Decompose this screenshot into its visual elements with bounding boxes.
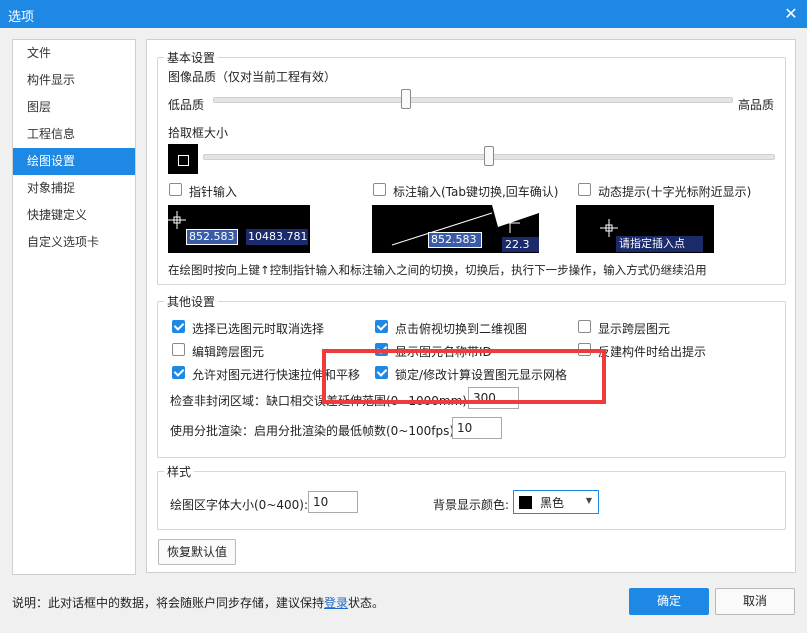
deselect-selected-checkbox[interactable]	[172, 320, 185, 333]
edit-cross-layer-label: 编辑跨层图元	[192, 345, 265, 359]
dynamic-hint-preview: 请指定插入点	[576, 205, 714, 253]
bg-color-select[interactable]: 黑色 ▼	[513, 490, 599, 514]
image-quality-label: 图像品质（仅对当前工程有效）	[168, 70, 337, 84]
dim-input-label: 标注输入(Tab键切换,回车确认)	[393, 185, 559, 199]
login-link[interactable]: 登录	[324, 596, 348, 610]
image-quality-slider-thumb[interactable]	[401, 89, 411, 109]
window-title: 选项	[8, 10, 35, 25]
sidebar-item-shortcuts[interactable]: 快捷键定义	[13, 202, 135, 229]
pointer-input-label: 指针输入	[189, 185, 238, 199]
batch-render-label: 使用分批渲染：启用分批渲染的最低帧数(0~100fps):	[170, 424, 459, 438]
cancel-button[interactable]: 取消	[715, 588, 795, 615]
pickbox-preview	[168, 144, 198, 174]
pickbox-square-icon	[178, 155, 189, 166]
ok-button[interactable]: 确定	[629, 588, 709, 615]
edit-cross-layer-checkbox[interactable]	[172, 343, 185, 356]
style-legend: 样式	[164, 463, 195, 480]
options-sidebar: 文件 构件显示 图层 工程信息 绘图设置 对象捕捉 快捷键定义 自定义选项卡	[12, 39, 136, 575]
close-icon[interactable]: ✕	[775, 0, 807, 28]
top-view-2d-label: 点击俯视切换到二维视图	[395, 322, 528, 336]
top-view-2d-checkbox[interactable]	[375, 320, 388, 333]
chevron-down-icon: ▼	[585, 496, 592, 505]
show-cross-layer-checkbox[interactable]	[578, 320, 591, 333]
bg-color-label: 背景显示颜色:	[433, 498, 510, 512]
preview-hint-text: 请指定插入点	[616, 236, 703, 252]
preview-y-value: 10483.781	[246, 229, 308, 245]
quick-stretch-checkbox[interactable]	[172, 366, 185, 379]
sidebar-item-object-snap[interactable]: 对象捕捉	[13, 175, 135, 202]
image-quality-track[interactable]	[213, 97, 733, 103]
dynamic-hint-label: 动态提示(十字光标附近显示)	[598, 185, 752, 199]
sidebar-item-layers[interactable]: 图层	[13, 94, 135, 121]
font-size-input[interactable]: 10	[308, 491, 358, 513]
footer-note: 说明：此对话框中的数据，将会随账户同步存储，建议保持登录状态。	[12, 594, 384, 611]
sidebar-item-project-info[interactable]: 工程信息	[13, 121, 135, 148]
pickbox-slider-thumb[interactable]	[484, 146, 494, 166]
sidebar-item-custom-tabs[interactable]: 自定义选项卡	[13, 229, 135, 256]
pointer-input-preview: 852.583 10483.781	[168, 205, 310, 253]
restore-defaults-button[interactable]: 恢复默认值	[158, 539, 236, 565]
font-size-label: 绘图区字体大小(0~400):	[170, 498, 309, 512]
sidebar-item-component-display[interactable]: 构件显示	[13, 67, 135, 94]
deselect-selected-label: 选择已选图元时取消选择	[192, 322, 325, 336]
pointer-input-checkbox[interactable]	[169, 183, 182, 196]
footer-note-suffix: 状态。	[348, 596, 385, 610]
input-switch-description: 在绘图时按向上键↑控制指针输入和标注输入之间的切换，切换后，执行下一步操作，输入…	[168, 263, 707, 277]
title-bar: 选项 ✕	[0, 0, 807, 28]
other-settings-legend: 其他设置	[164, 293, 219, 310]
reverse-build-hint-label: 反建构件时给出提示	[598, 345, 707, 359]
high-quality-label: 高品质	[738, 98, 775, 112]
sidebar-item-drawing-settings[interactable]: 绘图设置	[13, 148, 135, 175]
footer-note-prefix: 说明：此对话框中的数据，将会随账户同步存储，建议保持	[12, 596, 325, 610]
dim-input-checkbox[interactable]	[373, 183, 386, 196]
pickbox-size-label: 拾取框大小	[168, 126, 229, 140]
preview-angle-value: 22.3	[502, 237, 539, 252]
batch-render-input[interactable]: 10	[452, 417, 502, 439]
color-swatch	[519, 496, 532, 509]
low-quality-label: 低品质	[168, 98, 205, 112]
dim-input-preview: 852.583 22.3	[372, 205, 539, 253]
highlight-box	[322, 349, 606, 404]
show-cross-layer-label: 显示跨层图元	[598, 322, 671, 336]
dynamic-hint-checkbox[interactable]	[578, 183, 591, 196]
preview-length-value: 852.583	[428, 232, 482, 248]
sidebar-item-file[interactable]: 文件	[13, 40, 135, 67]
bg-color-value: 黑色	[540, 496, 565, 510]
preview-x-value: 852.583	[186, 229, 238, 245]
basic-settings-legend: 基本设置	[164, 49, 219, 66]
